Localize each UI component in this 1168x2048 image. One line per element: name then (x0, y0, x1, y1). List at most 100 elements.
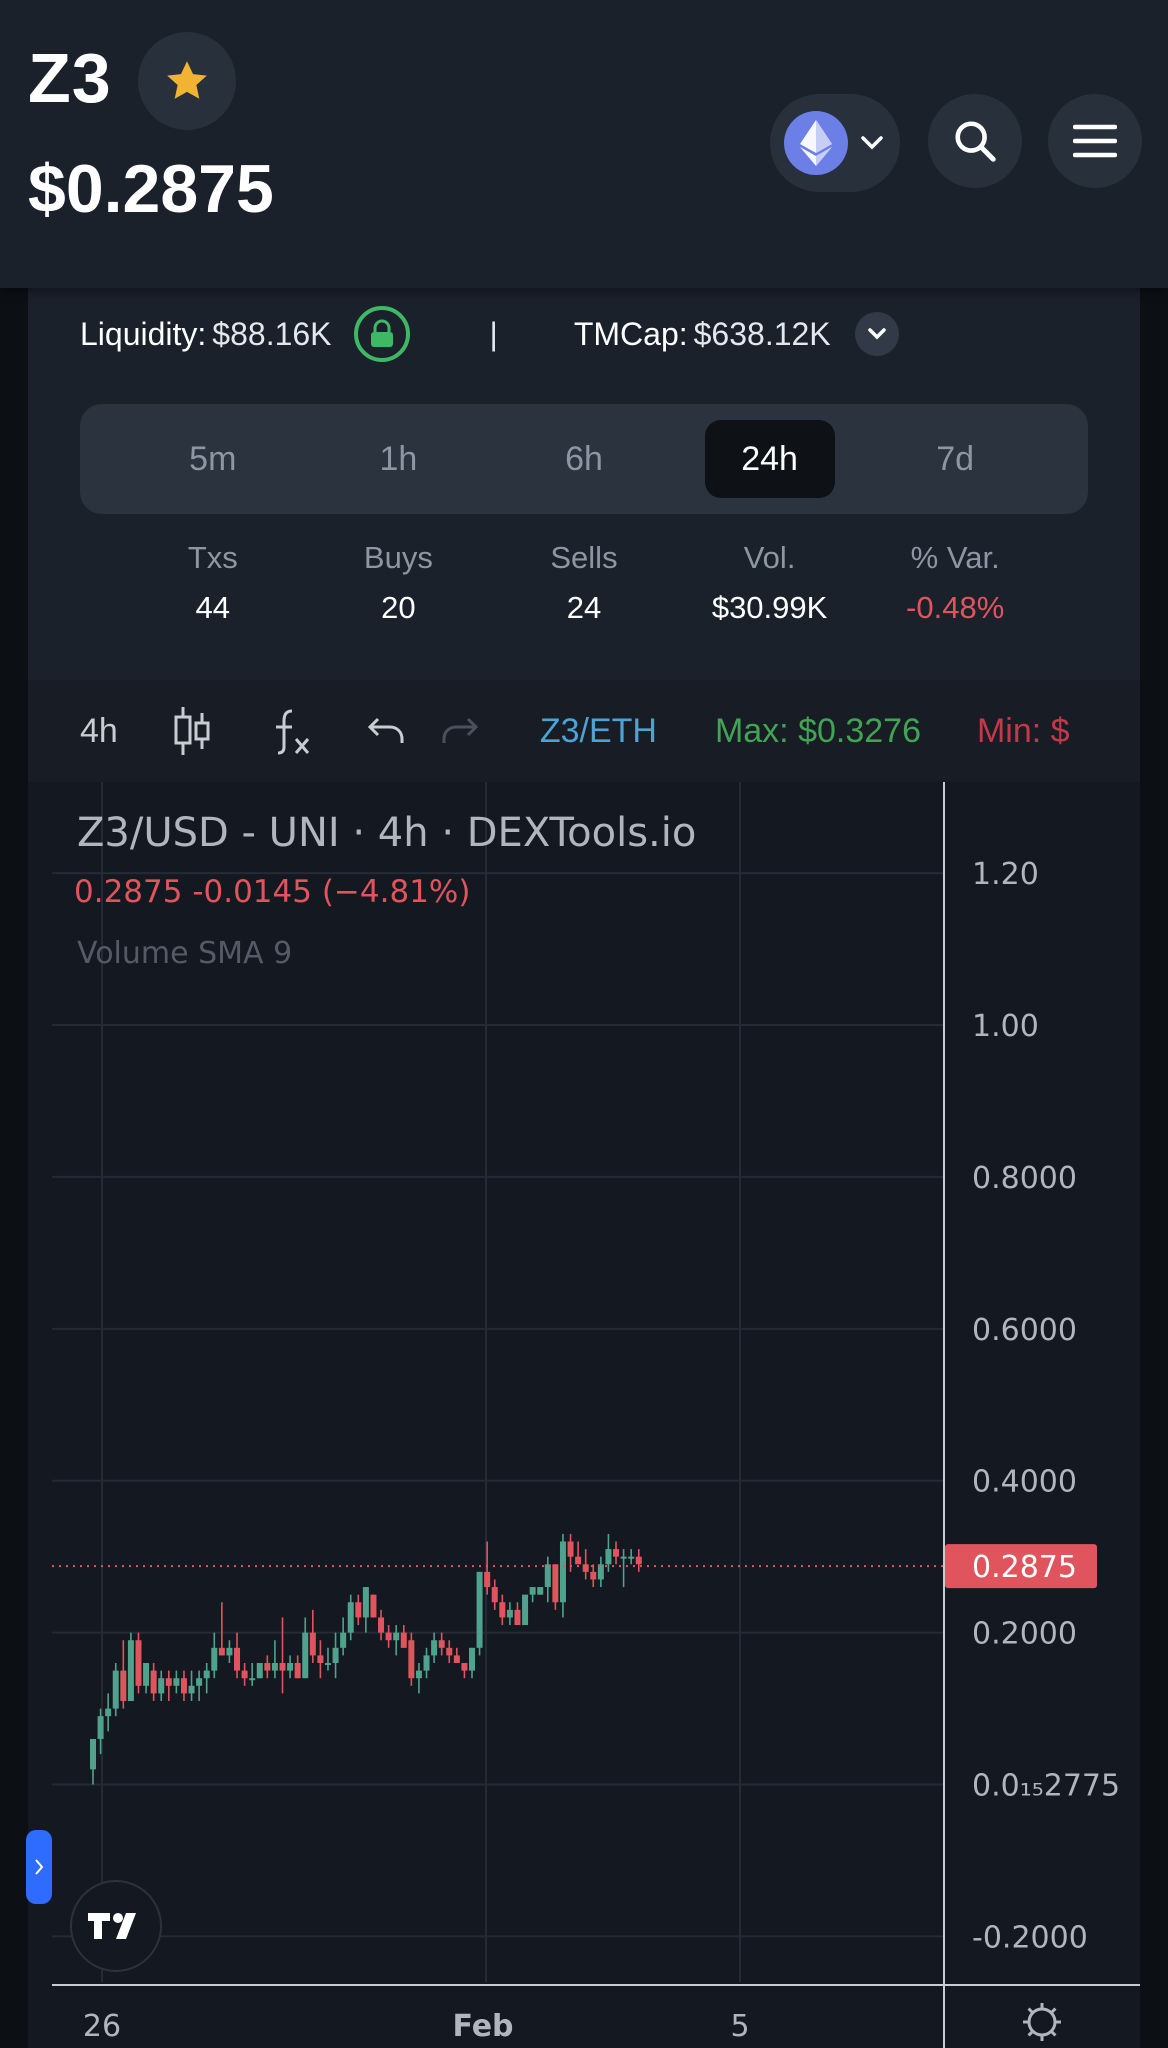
tmcap-label: TMCap: (573, 315, 688, 352)
candle-body (499, 1602, 506, 1618)
y-tick-label: 0.6000 (972, 1313, 1077, 1348)
candle-body (294, 1663, 301, 1679)
liquidity-value: $88.16K (212, 315, 332, 352)
y-tick-label: -0.2000 (972, 1920, 1088, 1955)
candle-body (537, 1587, 544, 1595)
candle-body (628, 1556, 635, 1559)
candle-body (196, 1678, 203, 1686)
lock-icon[interactable] (353, 306, 410, 362)
stat-label: Txs (187, 540, 238, 575)
candle-body (491, 1587, 498, 1603)
candle-body (552, 1564, 559, 1603)
stat-volume: Vol. $30.99K (680, 540, 860, 626)
candle-body (97, 1716, 104, 1739)
candle-body (605, 1549, 612, 1565)
candle-body (264, 1663, 271, 1671)
search-button[interactable] (928, 94, 1022, 188)
tmcap-value: $638.12K (693, 315, 831, 352)
candle-body (431, 1640, 438, 1656)
candle-body (234, 1647, 241, 1671)
stat-buys: Buys 20 (308, 540, 488, 626)
candle-body (302, 1632, 309, 1679)
y-tick-label: 0.2000 (972, 1617, 1077, 1652)
min-price: Min: $ (976, 711, 1070, 750)
stat-variation: % Var. -0.48% (865, 540, 1045, 626)
candle-body (400, 1632, 407, 1648)
stat-label: % Var. (910, 540, 1000, 575)
stat-txs: Txs 44 (123, 540, 303, 626)
candle-body (180, 1678, 187, 1694)
candle-body (287, 1663, 294, 1671)
candle-body (90, 1738, 96, 1770)
candle-body (340, 1632, 347, 1648)
price-chart[interactable]: 1.20 1.00 0.8000 0.6000 0.4000 0.2000 0.0₁₅277… (28, 782, 1140, 2048)
candle-body (415, 1670, 422, 1679)
timeframe-6h[interactable]: 6h (519, 420, 649, 498)
chain-selector[interactable] (770, 94, 900, 192)
candle-body (173, 1678, 180, 1686)
timeframe-1h[interactable]: 1h (333, 420, 463, 498)
candle-body (203, 1670, 210, 1679)
menu-button[interactable] (1048, 94, 1142, 188)
expand-sidebar-button[interactable] (26, 1830, 52, 1904)
candle-body (279, 1663, 286, 1671)
last-price-label: 0.2875 (972, 1550, 1077, 1585)
indicators-icon[interactable] (272, 705, 312, 757)
candle-body (324, 1663, 331, 1666)
candle-body (590, 1571, 597, 1580)
candle-body (188, 1685, 195, 1694)
x-tick-label: 5 (730, 2009, 749, 2044)
interval-button[interactable]: 4h (80, 712, 118, 751)
pair-stats-panel: Liquidity: $88.16K | TMCap: $638.12K 5m … (28, 280, 1140, 680)
candle-body (575, 1556, 582, 1565)
candle-body (218, 1647, 225, 1656)
candle-body (249, 1678, 256, 1681)
stat-value: -0.48% (906, 590, 1005, 625)
candle-body (211, 1647, 218, 1671)
y-tick-label: 1.00 (972, 1009, 1039, 1044)
candle-body (256, 1663, 263, 1679)
liquidity-row: Liquidity: $88.16K | TMCap: $638.12K (80, 304, 980, 364)
menu-icon (1073, 124, 1117, 158)
candle-body (635, 1556, 642, 1565)
candle-body (522, 1594, 529, 1626)
chart-legend-title: Z3/USD - UNI · 4h · DEXTools.io (77, 810, 697, 856)
candle-body (309, 1632, 316, 1656)
candle-body (514, 1609, 521, 1626)
candle-body (370, 1594, 377, 1618)
candles-icon[interactable] (172, 705, 212, 757)
tmcap-expand-button[interactable] (854, 312, 899, 356)
y-tick-label: 1.20 (972, 857, 1039, 892)
undo-icon[interactable] (366, 715, 406, 747)
candle-body (423, 1655, 430, 1671)
chart-legend-values: 0.2875 -0.0145 (−4.81%) (74, 874, 471, 910)
timeframe-selector: 5m 1h 6h 24h 7d (80, 404, 1088, 514)
search-icon (955, 121, 996, 162)
stat-value: 24 (566, 590, 602, 625)
candle-body (476, 1571, 483, 1648)
candle-body (241, 1670, 248, 1679)
chart-toolbar: 4h Z3/ETH Max: $0.3276 Min: $ (28, 680, 1140, 782)
favorite-button[interactable] (138, 32, 236, 130)
candle-body (150, 1670, 157, 1694)
liquidity-label: Liquidity: (80, 315, 207, 352)
stats-columns: Txs 44 Buys 20 Sells 24 Vol. $30.99K % V… (80, 540, 1088, 626)
redo-icon[interactable] (440, 715, 480, 747)
candle-body (112, 1670, 119, 1709)
chevron-down-icon (867, 328, 886, 340)
x-tick-label: 26 (83, 2009, 121, 2044)
tradingview-logo[interactable] (70, 1880, 162, 1972)
stat-sells: Sells 24 (494, 540, 674, 626)
candle-body (544, 1564, 551, 1588)
timeframe-5m[interactable]: 5m (148, 420, 278, 498)
divider: | (489, 315, 498, 352)
timeframe-7d[interactable]: 7d (890, 420, 1020, 498)
chart-canvas[interactable]: 1.20 1.00 0.8000 0.6000 0.4000 0.2000 0.0₁₅277… (28, 782, 1140, 2048)
candle-body (362, 1587, 369, 1618)
candle-body (165, 1678, 172, 1686)
pair-label[interactable]: Z3/ETH (540, 712, 657, 751)
timeframe-24h[interactable]: 24h (704, 420, 835, 498)
max-price: Max: $0.3276 (714, 711, 921, 750)
candle-body (484, 1571, 491, 1588)
stat-label: Sells (550, 540, 618, 575)
